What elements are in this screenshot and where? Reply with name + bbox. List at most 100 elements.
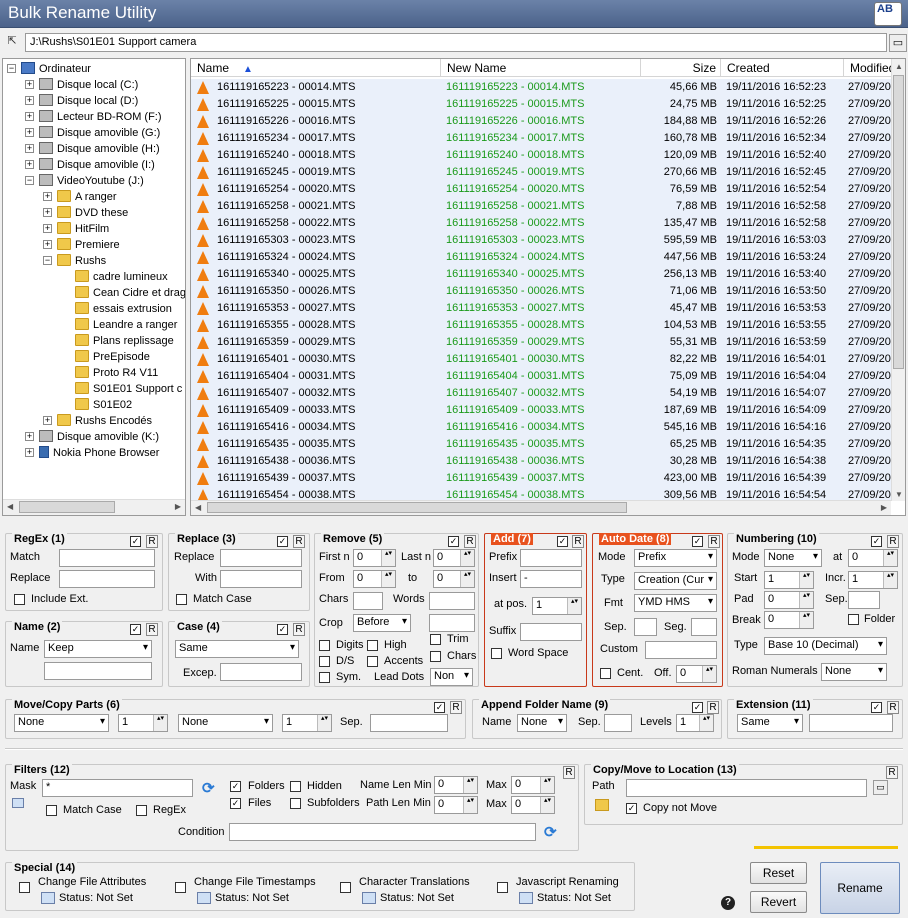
name-mode-select[interactable]: Keep xyxy=(44,640,152,658)
add-enable-checkbox[interactable]: ✓ xyxy=(557,536,568,547)
table-row[interactable]: 161119165404 - 00031.MTS 161119165404 - 0… xyxy=(191,368,891,385)
extension-enable-checkbox[interactable]: ✓ xyxy=(871,702,882,713)
column-new-name[interactable]: New Name xyxy=(441,59,641,77)
tree-item[interactable]: + Premiere xyxy=(43,237,120,253)
tree-item[interactable]: cadre lumineux xyxy=(75,269,168,285)
tree-item[interactable]: Leandre a ranger xyxy=(75,317,177,333)
browse-folder-icon[interactable]: ▭ xyxy=(889,34,907,52)
expand-icon[interactable]: + xyxy=(25,80,34,89)
case-mode-select[interactable]: Same xyxy=(175,640,299,658)
copy-not-move-checkbox[interactable]: ✓ xyxy=(626,803,637,814)
suffix-input[interactable] xyxy=(520,623,582,641)
scrollbar-thumb[interactable] xyxy=(207,502,627,513)
numbering-folder-checkbox[interactable] xyxy=(848,614,859,625)
numbering-start-spinner[interactable]: 1 xyxy=(764,571,814,589)
tree-item[interactable]: + Nokia Phone Browser xyxy=(25,445,159,461)
replace-enable-checkbox[interactable]: ✓ xyxy=(277,536,288,547)
replace-input[interactable] xyxy=(220,549,302,567)
name-enable-checkbox[interactable]: ✓ xyxy=(130,624,141,635)
expand-icon[interactable]: + xyxy=(25,432,34,441)
table-row[interactable]: 161119165438 - 00036.MTS 161119165438 - 0… xyxy=(191,453,891,470)
movecopy-mode1-select[interactable]: None xyxy=(14,714,109,732)
special-item-checkbox[interactable] xyxy=(175,882,186,893)
autodate-sep-input[interactable] xyxy=(634,618,657,636)
scrollbar-thumb[interactable] xyxy=(19,501,115,513)
expand-icon[interactable]: + xyxy=(43,416,52,425)
condition-input[interactable] xyxy=(229,823,536,841)
movecopy-sep-input[interactable] xyxy=(370,714,448,732)
filters-mask-input[interactable]: * xyxy=(42,779,193,797)
tree-item[interactable]: Plans replissage xyxy=(75,333,174,349)
table-row[interactable]: 161119165226 - 00016.MTS 161119165226 - 0… xyxy=(191,113,891,130)
expand-icon[interactable]: + xyxy=(25,160,34,169)
tree-item[interactable]: + A ranger xyxy=(43,189,117,205)
digits-checkbox[interactable] xyxy=(319,640,330,651)
tree-item[interactable]: − Ordinateur xyxy=(7,61,91,77)
collapse-icon[interactable]: − xyxy=(25,176,34,185)
last-n-spinner[interactable]: 0 xyxy=(433,549,475,567)
numbering-break-spinner[interactable]: 0 xyxy=(764,611,814,629)
movecopy-count2-spinner[interactable]: 1 xyxy=(282,714,332,732)
chars-trim-checkbox[interactable] xyxy=(430,651,441,662)
calendar-icon[interactable] xyxy=(197,892,211,904)
movecopy-reset-button[interactable]: R xyxy=(450,701,462,714)
name-reset-button[interactable]: R xyxy=(146,623,158,636)
expand-icon[interactable]: + xyxy=(43,240,52,249)
scrollbar-thumb[interactable] xyxy=(893,75,904,369)
table-row[interactable]: 161119165258 - 00021.MTS 161119165258 - 0… xyxy=(191,198,891,215)
path-len-max-spinner[interactable]: 0 xyxy=(511,796,555,814)
expand-icon[interactable]: + xyxy=(25,96,34,105)
hidden-checkbox[interactable] xyxy=(290,781,301,792)
up-folder-icon[interactable]: ⇱ xyxy=(3,33,21,51)
appendfolder-name-select[interactable]: None xyxy=(517,714,567,732)
tree-item[interactable]: + HitFilm xyxy=(43,221,109,237)
tree-item[interactable]: + Disque amovible (G:) xyxy=(25,125,160,141)
help-icon[interactable]: ? xyxy=(721,896,735,910)
filters-match-case-checkbox[interactable] xyxy=(46,805,57,816)
path-len-min-spinner[interactable]: 0 xyxy=(434,796,478,814)
extension-input[interactable] xyxy=(809,714,893,732)
collapse-icon[interactable]: − xyxy=(7,64,16,73)
movecopy-mode2-select[interactable]: None xyxy=(178,714,273,732)
accents-checkbox[interactable] xyxy=(367,656,378,667)
attributes-icon[interactable] xyxy=(41,892,55,904)
appendfolder-levels-spinner[interactable]: 1 xyxy=(676,714,714,732)
name-len-max-spinner[interactable]: 0 xyxy=(511,776,555,794)
numbering-reset-button[interactable]: R xyxy=(887,535,899,548)
tree-item[interactable]: + Disque local (C:) xyxy=(25,77,138,93)
insert-input[interactable]: - xyxy=(520,570,582,588)
table-row[interactable]: 161119165223 - 00014.MTS 161119165223 - 0… xyxy=(191,79,891,96)
filter-options-icon[interactable] xyxy=(12,798,24,808)
add-reset-button[interactable]: R xyxy=(572,535,584,548)
from-spinner[interactable]: 0 xyxy=(353,570,396,588)
tree-horizontal-scrollbar[interactable]: ◀ ▶ xyxy=(3,499,185,515)
column-modified[interactable]: Modified xyxy=(844,59,895,77)
case-enable-checkbox[interactable]: ✓ xyxy=(277,624,288,635)
table-row[interactable]: 161119165359 - 00029.MTS 161119165359 - 0… xyxy=(191,334,891,351)
movecopy-enable-checkbox[interactable]: ✓ xyxy=(434,702,445,713)
name-input[interactable] xyxy=(44,662,152,680)
tree-item[interactable]: + DVD these xyxy=(43,205,128,221)
include-ext-checkbox[interactable] xyxy=(14,594,25,605)
appendfolder-sep-input[interactable] xyxy=(604,714,632,732)
numbering-sep-input[interactable] xyxy=(848,591,880,609)
reset-button[interactable]: Reset xyxy=(750,862,807,884)
expand-icon[interactable]: + xyxy=(43,192,52,201)
roman-numerals-select[interactable]: None xyxy=(821,663,887,681)
table-row[interactable]: 161119165350 - 00026.MTS 161119165350 - 0… xyxy=(191,283,891,300)
translation-icon[interactable] xyxy=(362,892,376,904)
table-row[interactable]: 161119165353 - 00027.MTS 161119165353 - 0… xyxy=(191,300,891,317)
column-name[interactable]: Name ▲ xyxy=(191,59,441,77)
appendfolder-enable-checkbox[interactable]: ✓ xyxy=(692,702,703,713)
table-row[interactable]: 161119165245 - 00019.MTS 161119165245 - 0… xyxy=(191,164,891,181)
copymove-browse-icon[interactable]: ▭ xyxy=(873,780,888,795)
autodate-mode-select[interactable]: Prefix xyxy=(634,549,717,567)
expand-icon[interactable]: + xyxy=(43,208,52,217)
regex-enable-checkbox[interactable]: ✓ xyxy=(130,536,141,547)
table-row[interactable]: 161119165355 - 00028.MTS 161119165355 - 0… xyxy=(191,317,891,334)
numbering-mode-select[interactable]: None xyxy=(764,549,822,567)
expand-icon[interactable]: + xyxy=(43,224,52,233)
appendfolder-reset-button[interactable]: R xyxy=(707,701,719,714)
autodate-fmt-select[interactable]: YMD HMS xyxy=(634,594,717,612)
table-row[interactable]: 161119165258 - 00022.MTS 161119165258 - 0… xyxy=(191,215,891,232)
